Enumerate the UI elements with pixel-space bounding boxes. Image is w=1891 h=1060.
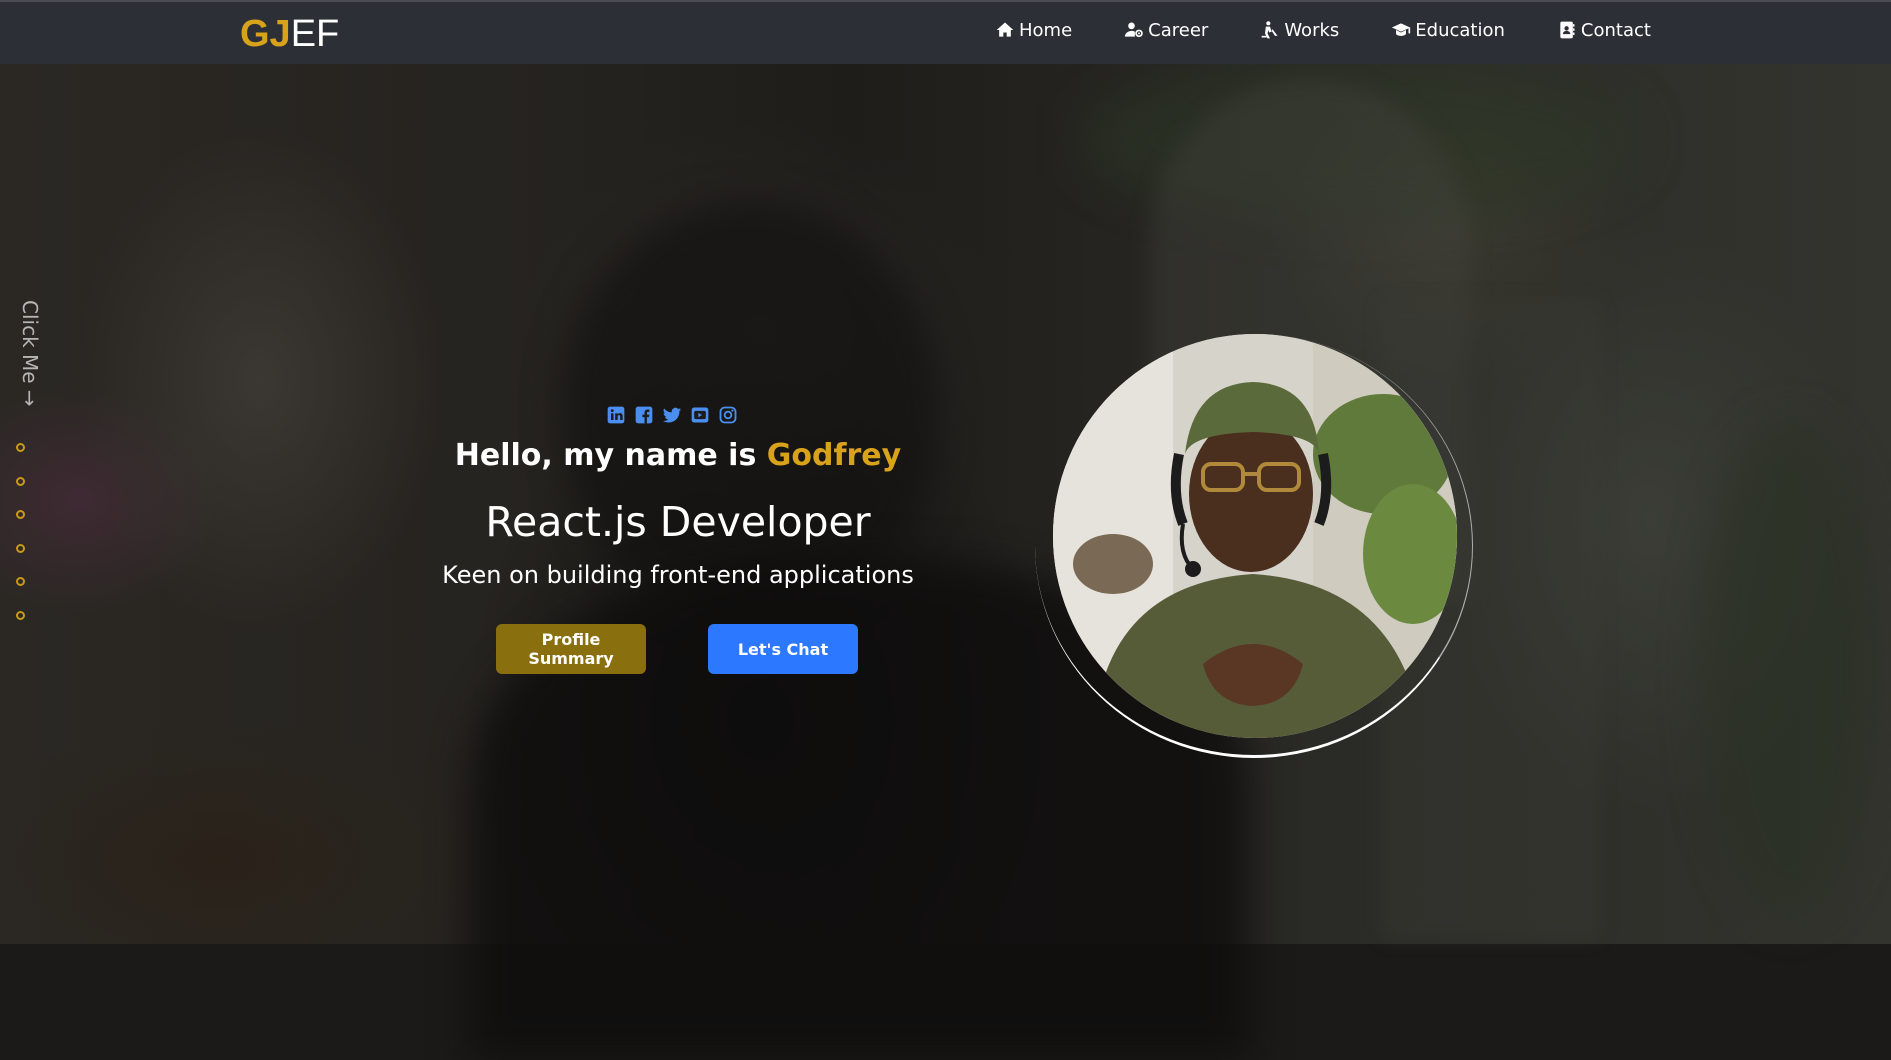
nav-item-label: Career [1148, 19, 1209, 41]
facebook-link[interactable] [634, 405, 654, 425]
top-navbar: GJEF Home Career Works Education Contact [0, 0, 1891, 64]
section-dot-4[interactable] [16, 543, 25, 553]
section-dot-2[interactable] [16, 476, 25, 486]
section-dot-6[interactable] [16, 610, 25, 620]
nav-item-home[interactable]: Home [995, 18, 1072, 42]
graduation-cap-icon [1392, 23, 1411, 36]
section-dot-3[interactable] [16, 510, 25, 519]
instagram-link[interactable] [718, 405, 738, 425]
logo-initials-gold: GJ [240, 13, 291, 55]
youtube-icon [691, 407, 709, 423]
nav-item-label: Education [1415, 19, 1505, 41]
user-gear-icon [1124, 22, 1143, 38]
person-digging-icon [1261, 21, 1278, 39]
address-book-icon [1560, 21, 1575, 39]
click-me-toggle[interactable]: Click Me → [8, 300, 42, 420]
hero-tagline: Keen on building front-end applications [442, 561, 914, 589]
logo-initials-white: EF [290, 13, 340, 55]
linkedin-icon [607, 406, 625, 424]
home-icon [996, 22, 1014, 37]
twitter-icon [662, 407, 682, 423]
social-links [606, 405, 738, 425]
nav-item-works[interactable]: Works [1260, 18, 1339, 42]
site-logo[interactable]: GJEF [240, 12, 339, 56]
profile-summary-button[interactable]: Profile Summary [496, 624, 646, 674]
nav-item-education[interactable]: Education [1391, 18, 1505, 42]
click-me-label: Click Me → [18, 300, 42, 407]
section-dot-5[interactable] [16, 577, 25, 586]
instagram-icon [719, 406, 737, 424]
hero-role: React.js Developer [485, 498, 871, 546]
main-nav: Home Career Works Education Contact [995, 18, 1703, 42]
facebook-icon [635, 406, 653, 424]
nav-item-label: Home [1019, 19, 1073, 41]
background-plant-right [1700, 420, 1880, 920]
profile-photo [1053, 334, 1457, 738]
hero-greeting: Hello, my name is Godfrey [378, 438, 978, 473]
nav-item-contact[interactable]: Contact [1557, 18, 1651, 42]
nav-item-label: Contact [1580, 19, 1651, 41]
greeting-name: Godfrey [766, 438, 902, 473]
nav-item-career[interactable]: Career [1124, 18, 1208, 42]
youtube-link[interactable] [690, 405, 710, 425]
linkedin-link[interactable] [606, 405, 626, 425]
lets-chat-button[interactable]: Let's Chat [708, 624, 858, 674]
nav-item-label: Works [1284, 19, 1340, 41]
twitter-link[interactable] [662, 405, 682, 425]
greeting-prefix: Hello, my name is [454, 438, 767, 473]
profile-photo-illustration [1053, 334, 1457, 738]
section-dots [16, 443, 25, 644]
section-dot-1[interactable] [16, 443, 25, 452]
